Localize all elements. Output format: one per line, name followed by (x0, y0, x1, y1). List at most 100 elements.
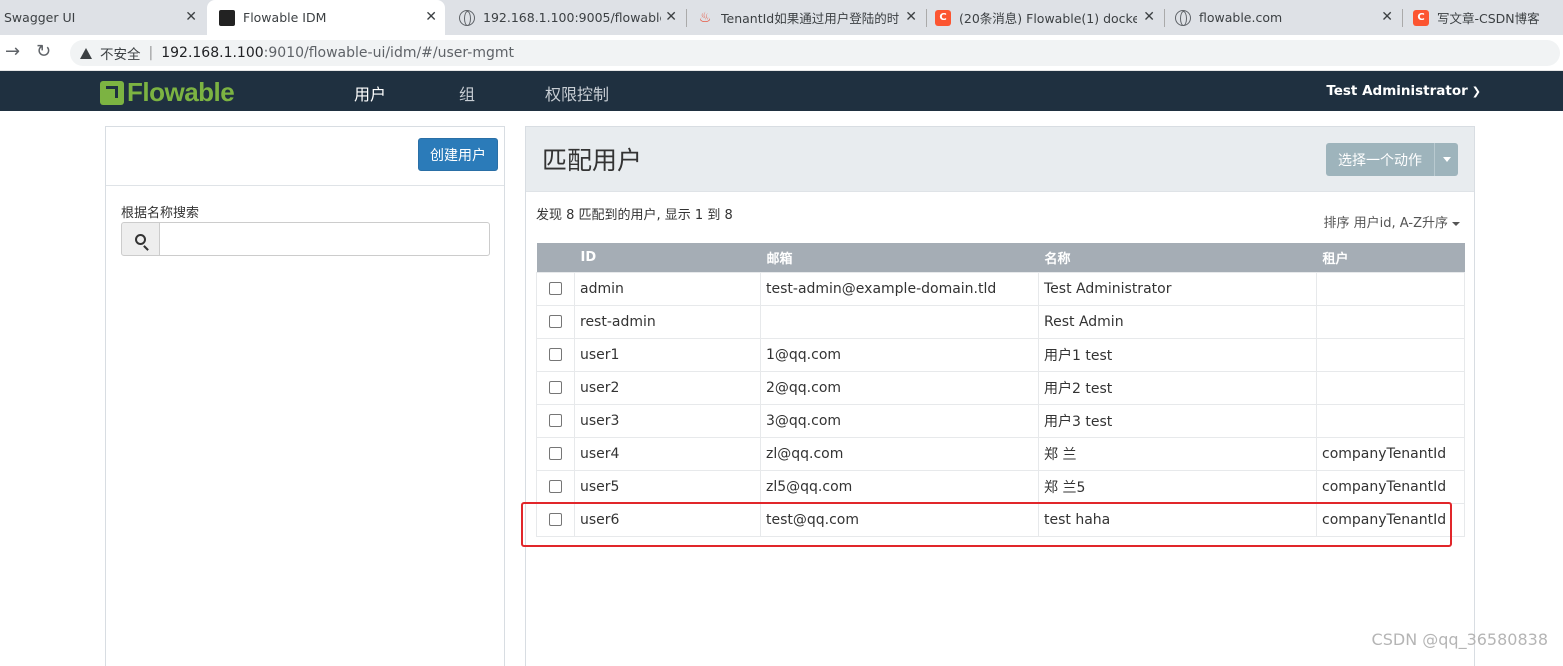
cell-name: Test Administrator (1038, 271, 1317, 306)
user-menu-label: Test Administrator (1326, 83, 1468, 99)
cell-tenant: companyTenantId (1316, 502, 1465, 537)
sort-label: 排序 用户id, A-Z升序 (1323, 216, 1448, 231)
column-header-name[interactable]: 名称 (1038, 243, 1317, 272)
close-icon[interactable]: ✕ (185, 9, 197, 25)
tab-csdn-write[interactable]: C 写文章-CSDN博客 (1403, 0, 1563, 35)
cell-name: 用户1 test (1038, 337, 1317, 372)
nav-privileges[interactable]: 权限控制 (545, 81, 609, 105)
search-button[interactable] (121, 222, 160, 256)
cell-id: user5 (574, 469, 761, 504)
chevron-down-icon: ❯ (1471, 85, 1481, 98)
search-label: 根据名称搜索 (121, 206, 200, 221)
cell-email: zl@qq.com (760, 436, 1039, 471)
action-button[interactable]: 选择一个动作 (1326, 143, 1434, 176)
reload-icon[interactable]: ↻ (36, 42, 51, 62)
warning-icon (80, 47, 92, 59)
action-dropdown-toggle[interactable] (1434, 143, 1458, 176)
row-checkbox[interactable] (549, 513, 562, 526)
close-icon[interactable]: ✕ (665, 9, 677, 25)
forward-icon[interactable]: → (5, 42, 20, 62)
url-field[interactable]: 不安全 | 192.168.1.100:9010/flowable-ui/idm… (70, 40, 1560, 66)
user-menu[interactable]: Test Administrator ❯ (1326, 83, 1481, 99)
row-checkbox[interactable] (549, 414, 562, 427)
row-checkbox[interactable] (549, 480, 562, 493)
tab-title: flowable.com (1199, 10, 1283, 25)
active-nav-indicator (366, 103, 380, 111)
app-navbar: Flowable 用户 组 权限控制 Test Administrator ❯ (0, 71, 1563, 111)
nav-groups[interactable]: 组 (459, 81, 475, 105)
table-header-row: ID 邮箱 名称 租户 (536, 243, 1465, 272)
page-title: 匹配用户 (542, 146, 643, 175)
nav-users[interactable]: 用户 (354, 81, 386, 105)
tab-flowable-idm[interactable]: Flowable IDM ✕ (207, 0, 445, 35)
tab-title: 192.168.1.100:9005/flowable-r (483, 10, 661, 25)
row-checkbox[interactable] (549, 447, 562, 460)
cell-tenant (1316, 370, 1465, 405)
tab-swagger-ui[interactable]: Swagger UI ✕ (0, 0, 205, 35)
cell-id: user2 (574, 370, 761, 405)
table-row[interactable]: user4 zl@qq.com 郑 兰 companyTenantId (536, 436, 1465, 471)
watermark: CSDN @qq_36580838 (1371, 630, 1548, 649)
row-select-cell (536, 403, 575, 438)
cell-email: 1@qq.com (760, 337, 1039, 372)
close-icon[interactable]: ✕ (1381, 9, 1393, 25)
action-dropdown: 选择一个动作 (1326, 143, 1458, 176)
row-checkbox[interactable] (549, 315, 562, 328)
main-panel: 匹配用户 选择一个动作 发现 8 匹配到的用户, 显示 1 到 8 排序 用户i… (525, 126, 1475, 666)
tab-flowable-rest[interactable]: 192.168.1.100:9005/flowable-r ✕ (447, 0, 685, 35)
column-header-email[interactable]: 邮箱 (760, 243, 1039, 272)
table-row[interactable]: user2 2@qq.com 用户2 test (536, 370, 1465, 405)
table-row[interactable]: user3 3@qq.com 用户3 test (536, 403, 1465, 438)
address-bar: → ↻ 不安全 | 192.168.1.100:9010/flowable-ui… (0, 35, 1563, 71)
table-row[interactable]: rest-admin Rest Admin (536, 304, 1465, 339)
fire-icon: ♨ (698, 9, 712, 26)
row-checkbox[interactable] (549, 348, 562, 361)
tab-flowable-com[interactable]: flowable.com ✕ (1165, 0, 1401, 35)
row-select-cell (536, 337, 575, 372)
close-icon[interactable]: ✕ (1143, 9, 1155, 25)
flowable-icon (219, 9, 235, 26)
cell-tenant (1316, 403, 1465, 438)
table-row[interactable]: admin test-admin@example-domain.tld Test… (536, 271, 1465, 306)
tab-tenantid-question[interactable]: ♨ TenantId如果通过用户登陆的时 ✕ (687, 0, 925, 35)
url-host: 192.168.1.100 (161, 45, 264, 61)
cell-email (760, 304, 1039, 339)
tab-title: (20条消息) Flowable(1) docker (959, 11, 1137, 26)
cell-name: 郑 兰5 (1038, 469, 1317, 504)
cell-name: 郑 兰 (1038, 436, 1317, 471)
row-checkbox[interactable] (549, 381, 562, 394)
row-select-cell (536, 469, 575, 504)
sort-dropdown[interactable]: 排序 用户id, A-Z升序 (1324, 212, 1460, 231)
cell-name: 用户3 test (1038, 403, 1317, 438)
search-input[interactable] (160, 222, 490, 256)
close-icon[interactable]: ✕ (425, 9, 437, 25)
cell-name: Rest Admin (1038, 304, 1317, 339)
cell-tenant (1316, 304, 1465, 339)
tab-title: TenantId如果通过用户登陆的时 (721, 11, 899, 26)
table-row[interactable]: user5 zl5@qq.com 郑 兰5 companyTenantId (536, 469, 1465, 504)
create-user-button[interactable]: 创建用户 (418, 138, 498, 171)
tab-title: Flowable IDM (243, 10, 327, 25)
column-header-tenant[interactable]: 租户 (1316, 243, 1465, 272)
row-select-cell (536, 436, 575, 471)
cell-email: 3@qq.com (760, 403, 1039, 438)
search-icon (135, 233, 146, 245)
flowable-logo-icon (100, 80, 124, 105)
cell-tenant: companyTenantId (1316, 436, 1465, 471)
table-row[interactable]: user1 1@qq.com 用户1 test (536, 337, 1465, 372)
column-header-id[interactable]: ID (574, 243, 761, 272)
left-panel: 创建用户 根据名称搜索 (105, 126, 505, 666)
url-divider: | (148, 45, 154, 61)
left-panel-toolbar: 创建用户 (106, 127, 504, 186)
table-row[interactable]: user6 test@qq.com test haha companyTenan… (536, 502, 1465, 537)
globe-icon (1175, 9, 1191, 26)
cell-tenant (1316, 337, 1465, 372)
row-checkbox[interactable] (549, 282, 562, 295)
flowable-logo[interactable]: Flowable (100, 77, 235, 108)
tab-csdn-docker[interactable]: C (20条消息) Flowable(1) docker ✕ (927, 0, 1163, 35)
close-icon[interactable]: ✕ (905, 9, 917, 25)
cell-email: test-admin@example-domain.tld (760, 271, 1039, 306)
row-select-cell (536, 370, 575, 405)
cell-id: rest-admin (574, 304, 761, 339)
cell-name: 用户2 test (1038, 370, 1317, 405)
